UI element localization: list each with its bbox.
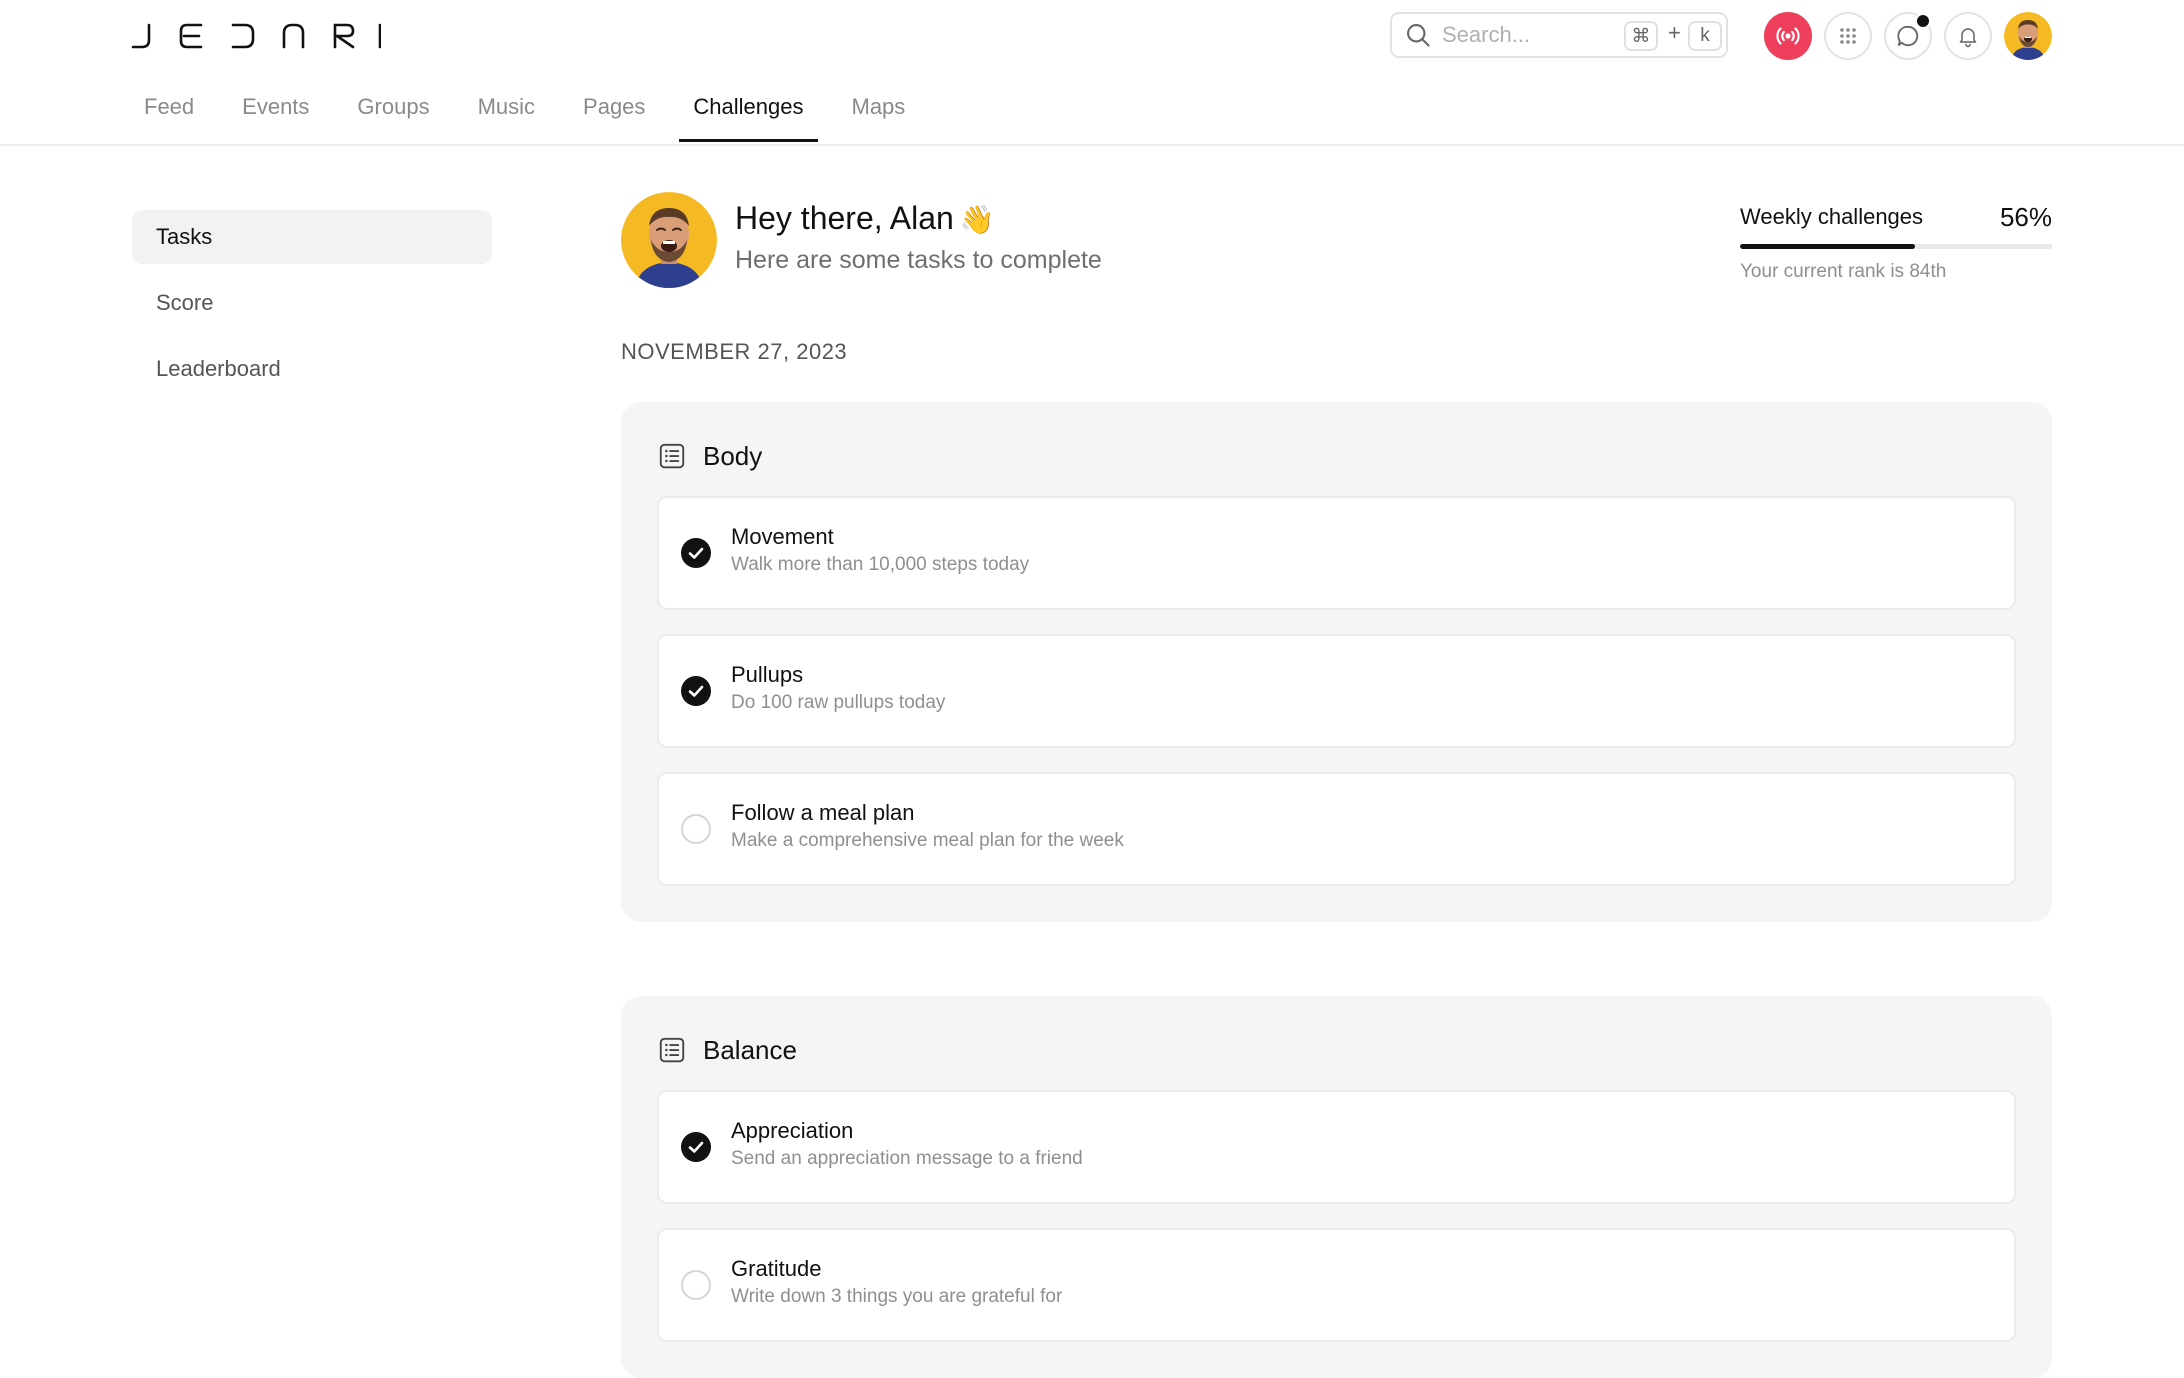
live-broadcast-icon xyxy=(1776,27,1800,45)
task-checkbox-checked[interactable] xyxy=(681,1132,711,1162)
task-description: Make a comprehensive meal plan for the w… xyxy=(731,830,1124,851)
profile-avatar-icon xyxy=(621,192,717,288)
task-checkbox-unchecked[interactable] xyxy=(681,1270,711,1300)
check-icon xyxy=(688,547,704,559)
messages-button[interactable] xyxy=(1884,12,1932,60)
shortcut-command-key: ⌘ xyxy=(1624,21,1658,51)
apps-button[interactable] xyxy=(1824,12,1872,60)
apps-grid-icon xyxy=(1840,28,1856,44)
weekly-challenges-widget: Weekly challenges 56% Your current rank … xyxy=(1740,202,2052,283)
user-avatar-icon xyxy=(2004,12,2052,60)
task-title: Gratitude xyxy=(731,1256,822,1281)
bell-icon xyxy=(1959,28,1977,48)
task-title: Appreciation xyxy=(731,1118,854,1143)
task-item[interactable]: Gratitude Write down 3 things you are gr… xyxy=(657,1228,2016,1342)
tab-maps[interactable]: Maps xyxy=(838,90,920,142)
unread-dot xyxy=(1915,13,1931,29)
greeting-text: Hey there, Alan xyxy=(735,200,954,236)
task-item[interactable]: Follow a meal plan Make a comprehensive … xyxy=(657,772,2016,886)
task-description: Do 100 raw pullups today xyxy=(731,692,946,713)
task-description: Walk more than 10,000 steps today xyxy=(731,554,1030,575)
live-button[interactable] xyxy=(1764,12,1812,60)
greeting-title: Hey there, Alan 👋 xyxy=(735,200,995,237)
weekly-progress-bar xyxy=(1740,244,2052,249)
check-icon xyxy=(688,685,704,697)
sidebar-item-tasks[interactable]: Tasks xyxy=(132,210,492,264)
task-title: Pullups xyxy=(731,662,804,687)
task-checkbox-unchecked[interactable] xyxy=(681,814,711,844)
section-body: Body Movement Walk more than 10,000 step… xyxy=(621,402,2052,922)
shortcut-k-key: k xyxy=(1688,21,1722,51)
task-item[interactable]: Movement Walk more than 10,000 steps tod… xyxy=(657,496,2016,610)
search-icon xyxy=(1407,24,1430,47)
notifications-button[interactable] xyxy=(1944,12,1992,60)
tab-challenges[interactable]: Challenges xyxy=(679,90,818,142)
task-checkbox-checked[interactable] xyxy=(681,676,711,706)
sidebar-item-leaderboard[interactable]: Leaderboard xyxy=(132,342,492,396)
brand-logo[interactable] xyxy=(131,22,381,50)
section-header: Body xyxy=(657,438,2016,474)
task-title: Follow a meal plan xyxy=(731,800,915,825)
user-avatar-button[interactable] xyxy=(2004,12,2052,60)
task-item[interactable]: Appreciation Send an appreciation messag… xyxy=(657,1090,2016,1204)
task-description: Send an appreciation message to a friend xyxy=(731,1148,1083,1169)
search-input[interactable] xyxy=(1440,21,1614,49)
profile-avatar xyxy=(621,192,717,288)
search-box[interactable]: ⌘ + k xyxy=(1390,12,1728,58)
tab-pages[interactable]: Pages xyxy=(569,90,659,142)
section-title: Body xyxy=(703,440,763,471)
weekly-progress-fill xyxy=(1740,244,1915,249)
sidebar-item-score[interactable]: Score xyxy=(132,276,492,330)
section-balance: Balance Appreciation Send an appreciatio… xyxy=(621,996,2052,1378)
greeting-subtitle: Here are some tasks to complete xyxy=(735,246,1102,274)
check-icon xyxy=(688,1141,704,1153)
task-item[interactable]: Pullups Do 100 raw pullups today xyxy=(657,634,2016,748)
shortcut-plus: + xyxy=(1668,20,1681,45)
tab-events[interactable]: Events xyxy=(228,90,323,142)
tab-groups[interactable]: Groups xyxy=(343,90,443,142)
section-header: Balance xyxy=(657,1032,2016,1068)
task-title: Movement xyxy=(731,524,834,549)
jednri-logo-icon xyxy=(131,23,381,49)
list-icon xyxy=(659,443,685,469)
main-tabs: Feed Events Groups Music Pages Challenge… xyxy=(130,90,939,144)
wave-emoji: 👋 xyxy=(959,204,995,235)
section-title: Balance xyxy=(703,1034,797,1065)
date-heading: NOVEMBER 27, 2023 xyxy=(621,339,848,364)
rank-text: Your current rank is 84th xyxy=(1740,261,1947,282)
list-icon xyxy=(659,1037,685,1063)
weekly-percent: 56% xyxy=(1999,202,2052,232)
task-checkbox-checked[interactable] xyxy=(681,538,711,568)
task-description: Write down 3 things you are grateful for xyxy=(731,1286,1063,1307)
top-header: ⌘ + k xyxy=(0,0,2184,146)
tab-feed[interactable]: Feed xyxy=(130,90,208,142)
tab-music[interactable]: Music xyxy=(464,90,549,142)
sidebar: Tasks Score Leaderboard xyxy=(132,210,492,408)
